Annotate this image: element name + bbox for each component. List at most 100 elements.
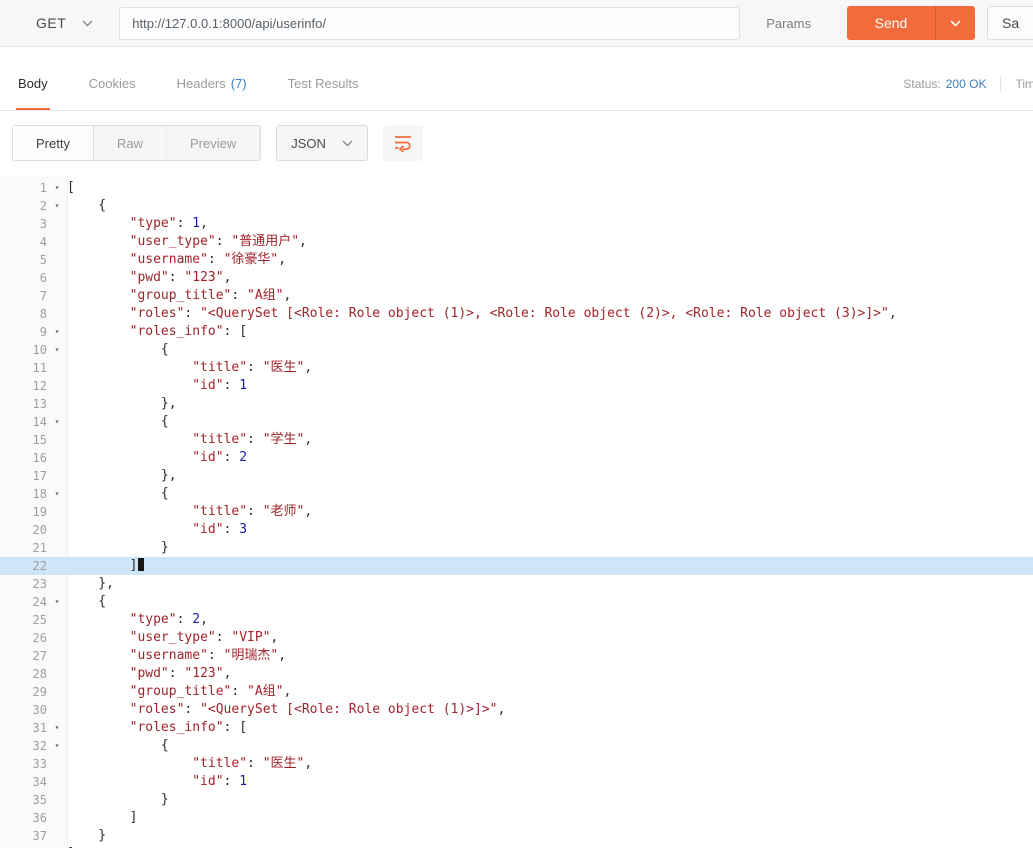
language-label: JSON [291, 135, 326, 151]
line-number: 29 [32, 685, 47, 699]
fold-arrow-icon[interactable]: ▾ [47, 719, 67, 737]
chevron-down-icon [950, 19, 961, 27]
response-body-editor[interactable]: 1 ▾[2 ▾ {3 "type": 1, 4 "user_type": "普通用户"… [0, 175, 1033, 848]
code-text: "username": "明瑞杰", [129, 648, 287, 663]
language-dropdown[interactable]: JSON [276, 125, 368, 161]
tab-headers[interactable]: Headers (7) [175, 76, 249, 110]
code-line[interactable]: 9 ▾ "roles_info": [ [0, 323, 1033, 341]
fold-arrow-icon[interactable]: ▾ [47, 323, 67, 341]
line-number: 24 [32, 595, 47, 609]
code-line[interactable]: 6 "pwd": "123", [0, 269, 1033, 287]
view-mode-pretty[interactable]: Pretty [13, 126, 94, 160]
code-line[interactable]: 37 } [0, 827, 1033, 845]
fold-gutter [47, 215, 67, 233]
line-number: 15 [32, 433, 47, 447]
code-line[interactable]: 23 }, [0, 575, 1033, 593]
code-text: { [67, 342, 169, 357]
tab-cookies[interactable]: Cookies [87, 76, 138, 110]
view-mode-switch: Pretty Raw Preview [12, 125, 262, 161]
fold-arrow-icon[interactable]: ▾ [47, 179, 67, 197]
view-mode-raw[interactable]: Raw [94, 126, 167, 160]
code-line[interactable]: 28 "pwd": "123", [0, 665, 1033, 683]
code-line[interactable]: 33 "title": "医生", [0, 755, 1033, 773]
time-label: Tim [1015, 76, 1033, 91]
save-button[interactable]: Sa [987, 6, 1033, 40]
code-line[interactable]: 27 "username": "明瑞杰", [0, 647, 1033, 665]
send-button[interactable]: Send [847, 6, 935, 40]
code-text: "group_title": "A组", [129, 684, 292, 699]
code-text: }, [67, 576, 114, 591]
method-dropdown[interactable]: GET [0, 0, 119, 46]
code-line[interactable]: 15 "title": "学生", [0, 431, 1033, 449]
code-line[interactable]: 10 ▾ { [0, 341, 1033, 359]
code-line[interactable]: 20 "id": 3 [0, 521, 1033, 539]
url-input[interactable] [119, 6, 741, 40]
code-line[interactable]: 17 }, [0, 467, 1033, 485]
code-line[interactable]: 32 ▾ { [0, 737, 1033, 755]
fold-arrow-icon[interactable]: ▾ [47, 341, 67, 359]
code-line[interactable]: 21 } [0, 539, 1033, 557]
code-line[interactable]: 12 "id": 1 [0, 377, 1033, 395]
params-button[interactable]: Params [766, 16, 811, 31]
code-line[interactable]: 1 ▾[ [0, 179, 1033, 197]
fold-arrow-icon[interactable]: ▾ [47, 413, 67, 431]
code-text: "title": "医生", [192, 360, 313, 375]
code-text: "title": "学生", [192, 432, 313, 447]
code-line[interactable]: 7 "group_title": "A组", [0, 287, 1033, 305]
code-line[interactable]: 31 ▾ "roles_info": [ [0, 719, 1033, 737]
code-line[interactable]: 22 ] [0, 557, 1033, 575]
code-line[interactable]: 5 "username": "徐豪华", [0, 251, 1033, 269]
fold-gutter [47, 773, 67, 791]
line-number: 32 [32, 739, 47, 753]
fold-gutter [47, 503, 67, 521]
code-line[interactable]: 35 } [0, 791, 1033, 809]
line-number: 4 [39, 235, 47, 249]
code-text: "roles": "<QuerySet [<Role: Role object … [129, 306, 897, 321]
fold-gutter [47, 269, 67, 287]
code-text: "user_type": "VIP", [129, 630, 279, 645]
line-number: 28 [32, 667, 47, 681]
code-text: { [67, 414, 169, 429]
code-line[interactable]: 8 "roles": "<QuerySet [<Role: Role objec… [0, 305, 1033, 323]
line-number: 1 [39, 181, 47, 195]
view-mode-preview[interactable]: Preview [167, 126, 261, 160]
tab-body[interactable]: Body [16, 76, 50, 110]
code-line[interactable]: 25 "type": 2, [0, 611, 1033, 629]
line-number: 7 [39, 289, 47, 303]
code-line[interactable]: 13 }, [0, 395, 1033, 413]
code-line[interactable]: 26 "user_type": "VIP", [0, 629, 1033, 647]
headers-count-badge: (7) [230, 76, 247, 91]
code-line[interactable]: 4 "user_type": "普通用户", [0, 233, 1033, 251]
wrap-text-button[interactable] [382, 125, 423, 161]
code-line[interactable]: 36 ] [0, 809, 1033, 827]
code-line[interactable]: 2 ▾ { [0, 197, 1033, 215]
line-number: 20 [32, 523, 47, 537]
code-line[interactable]: 11 "title": "医生", [0, 359, 1033, 377]
code-line[interactable]: 16 "id": 2 [0, 449, 1033, 467]
code-text: ] [67, 810, 138, 825]
code-text: "group_title": "A组", [129, 288, 292, 303]
code-line[interactable]: 29 "group_title": "A组", [0, 683, 1033, 701]
status-value: 200 OK [945, 76, 987, 91]
code-text: } [67, 540, 169, 555]
line-number: 8 [39, 307, 47, 321]
line-number: 9 [39, 325, 47, 339]
fold-arrow-icon[interactable]: ▾ [47, 593, 67, 611]
fold-arrow-icon[interactable]: ▾ [47, 737, 67, 755]
send-options-button[interactable] [935, 6, 975, 40]
fold-arrow-icon[interactable]: ▾ [47, 197, 67, 215]
code-line[interactable]: 30 "roles": "<QuerySet [<Role: Role obje… [0, 701, 1033, 719]
fold-arrow-icon[interactable]: ▾ [47, 485, 67, 503]
line-number: 11 [32, 361, 47, 375]
code-text: "roles": "<QuerySet [<Role: Role object … [129, 702, 506, 717]
fold-gutter [47, 683, 67, 701]
code-line[interactable]: 3 "type": 1, [0, 215, 1033, 233]
code-line[interactable]: 24 ▾ { [0, 593, 1033, 611]
code-line[interactable]: 18 ▾ { [0, 485, 1033, 503]
code-line[interactable]: 14 ▾ { [0, 413, 1033, 431]
code-line[interactable]: 19 "title": "老师", [0, 503, 1033, 521]
code-line[interactable]: 34 "id": 1 [0, 773, 1033, 791]
fold-gutter [47, 377, 67, 395]
fold-gutter [47, 629, 67, 647]
tab-test-results[interactable]: Test Results [286, 76, 361, 110]
